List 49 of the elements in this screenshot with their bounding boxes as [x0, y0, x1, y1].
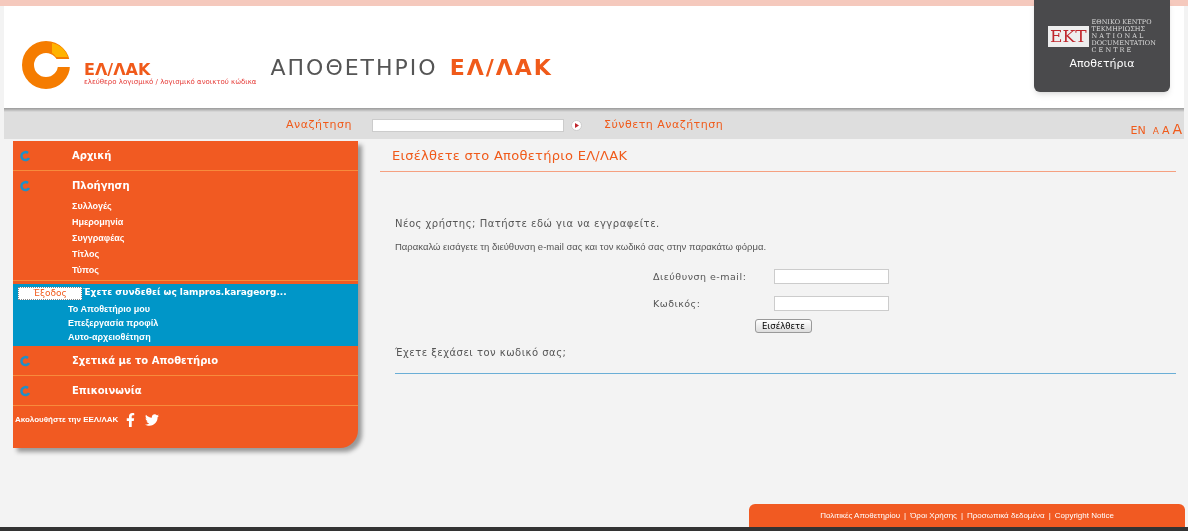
swirl-icon [19, 179, 31, 192]
sidebar-item[interactable]: Αρχική [72, 148, 112, 163]
field-label: Κωδικός: [653, 296, 702, 311]
swirl-icon [19, 149, 31, 162]
font-size-link[interactable]: A [1161, 125, 1170, 136]
footer-separator: | [960, 509, 964, 522]
account-link[interactable]: Το Αποθετήριο μου [68, 302, 358, 316]
logo-name: ΕΛ/ΛΑΚ [84, 62, 151, 79]
badge-caption: Αποθετήρια [1069, 56, 1135, 73]
facebook-icon[interactable] [126, 413, 136, 427]
login-button[interactable]: Εισέλθετε [755, 319, 812, 334]
instructions-text: Παρακαλώ εισάγετε τη διεύθυνση e-mail σας και τον κωδικό σας στην παρακάτω φόρμα. [395, 240, 768, 254]
field-label: Διεύθυνση e-mail: [653, 269, 748, 284]
logout-button[interactable]: Έξοδος [18, 286, 82, 300]
search-field[interactable] [372, 119, 564, 132]
footer-link[interactable]: Copyright Notice [1054, 509, 1114, 522]
footer-separator: | [1048, 509, 1051, 522]
follow-text: Ακολουθήστε την ΕΕΛ/ΛΑΚ [15, 414, 119, 426]
site-title: ΑΠΟΘΕΤΗΡΙΟ [270, 57, 438, 79]
sidebar-item[interactable]: Επικοινωνία [72, 383, 142, 398]
sidebar-item[interactable]: Σχετικά με το Αποθετήριο [72, 353, 219, 368]
ekt-letters: EKT [1048, 26, 1089, 48]
go-button-icon[interactable] [571, 120, 582, 131]
forgot-password-link[interactable]: Έχετε ξεχάσει τον κωδικό σας; [395, 345, 1176, 361]
sidebar-subitem[interactable]: Συγγραφέας [72, 232, 358, 245]
advanced-search-link[interactable]: Σύνθετη Αναζήτηση [604, 117, 724, 134]
font-size-link[interactable]: A [1152, 127, 1159, 136]
language-link[interactable]: EN [1130, 125, 1146, 136]
sidebar-subitem[interactable]: Συλλογές [72, 200, 358, 213]
footer-link[interactable]: Προσωπικά δεδομένα [967, 509, 1045, 522]
search-label: Αναζήτηση [286, 117, 352, 134]
font-size-link[interactable]: A [1172, 122, 1182, 136]
swirl-icon [19, 354, 31, 367]
footer-link[interactable]: Πολιτικές Αποθετηρίου [820, 509, 901, 522]
sidebar-subitem[interactable]: Ημερομηνία [72, 216, 358, 229]
sidebar-subitem[interactable]: Τίτλος [72, 248, 358, 261]
footer-separator: | [904, 509, 907, 522]
page-heading: Εισέλθετε στο Αποθετήριο ΕΛ/ΛΑΚ [392, 147, 628, 166]
login-status: Έχετε συνδεθεί ως lampros.karageorg... [83, 286, 287, 300]
account-link[interactable]: Αυτο-αρχειοθέτηση [68, 330, 358, 344]
account-link[interactable]: Επεξεργασία προφίλ [68, 316, 358, 330]
input-field[interactable] [774, 296, 889, 312]
site-title-accent: ΕΛ/ΛΑΚ [449, 57, 553, 79]
sidebar-subitem[interactable]: Τύπος [72, 264, 358, 277]
register-text[interactable]: Νέος χρήστης; Πατήστε εδώ για να εγγραφείτε. [395, 216, 1176, 231]
input-field[interactable] [774, 269, 889, 285]
sidebar-item[interactable]: Πλοήγηση [72, 178, 130, 193]
swirl-icon [19, 384, 31, 397]
footer-link[interactable]: Όροι Χρήσης [910, 509, 957, 522]
